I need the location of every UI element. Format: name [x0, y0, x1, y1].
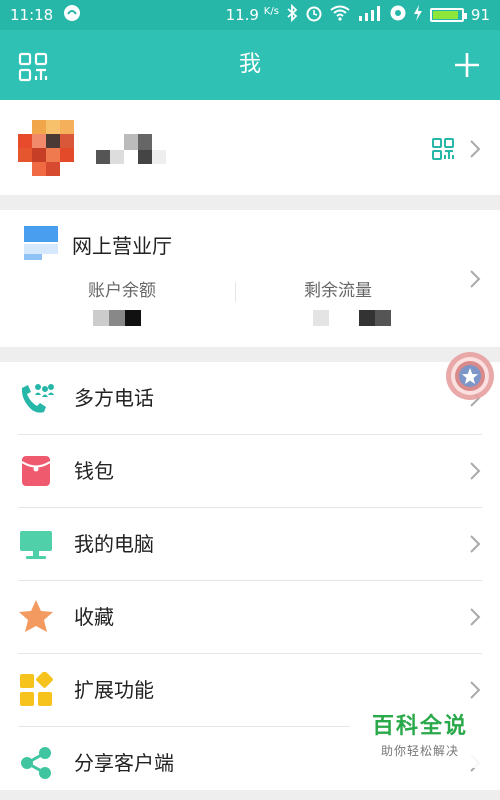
conference-call-icon: [21, 384, 54, 413]
extensions-icon: [20, 672, 53, 706]
watermark-title: 百科全说: [371, 714, 468, 739]
menu-item-wallet[interactable]: 钱包: [0, 435, 500, 508]
chevron-right-icon: [470, 270, 481, 288]
menu-label: 扩展功能: [74, 678, 154, 702]
plus-icon: [455, 53, 479, 77]
stats-divider: [235, 282, 236, 302]
charging-icon: [413, 5, 423, 25]
star-icon: [19, 600, 53, 632]
business-hall-title: 网上营业厅: [72, 234, 172, 258]
watermark-subtitle: 助你轻松解决: [380, 744, 459, 758]
menu-label: 多方电话: [74, 386, 154, 410]
title-bar: 我: [0, 30, 500, 100]
chevron-right-icon: [470, 535, 481, 553]
business-hall-icon: [24, 226, 58, 260]
menu-item-conference-call[interactable]: 多方电话: [0, 362, 500, 435]
watermark: 百科全说 助你轻松解决: [350, 700, 490, 768]
chevron-right-icon: [470, 681, 481, 699]
add-button[interactable]: [452, 50, 482, 80]
chevron-right-icon: [470, 140, 481, 158]
chevron-right-icon: [470, 608, 481, 626]
computer-icon: [20, 531, 52, 559]
menu-label: 收藏: [74, 605, 114, 629]
wallet-icon: [21, 456, 51, 486]
qr-code-icon[interactable]: [432, 138, 454, 160]
alarm-icon: [305, 4, 323, 26]
avatar[interactable]: [18, 120, 80, 178]
data-saver-icon: [390, 5, 406, 25]
data-remaining-label: 剩余流量: [304, 281, 372, 301]
status-time: 11:18: [10, 6, 54, 24]
status-bar: 11:18 11.9 K/s 91: [0, 0, 500, 30]
notification-icon: [63, 4, 81, 26]
floating-assist-button[interactable]: [445, 351, 495, 401]
menu-item-my-computer[interactable]: 我的电脑: [0, 508, 500, 581]
battery-icon: [429, 8, 467, 22]
bluetooth-icon: [286, 3, 298, 26]
page-title: 我: [238, 52, 261, 77]
battery-level: 91: [470, 6, 490, 24]
menu-label: 我的电脑: [74, 532, 154, 556]
username-redacted: [96, 134, 166, 164]
profile-card[interactable]: [0, 100, 500, 195]
online-business-hall[interactable]: 网上营业厅 账户余额 剩余流量: [0, 210, 500, 347]
menu-label: 钱包: [74, 459, 114, 483]
menu-item-favorites[interactable]: 收藏: [0, 581, 500, 654]
wifi-icon: [330, 5, 350, 25]
share-icon: [21, 747, 51, 779]
menu-label: 分享客户端: [74, 751, 174, 775]
balance-value-redacted: [93, 310, 141, 326]
data-remaining-value-redacted: [313, 310, 391, 326]
signal-icon: [357, 5, 383, 25]
chevron-right-icon: [470, 462, 481, 480]
net-speed: 11.9 K/s: [225, 6, 279, 24]
balance-label: 账户余额: [88, 281, 156, 301]
